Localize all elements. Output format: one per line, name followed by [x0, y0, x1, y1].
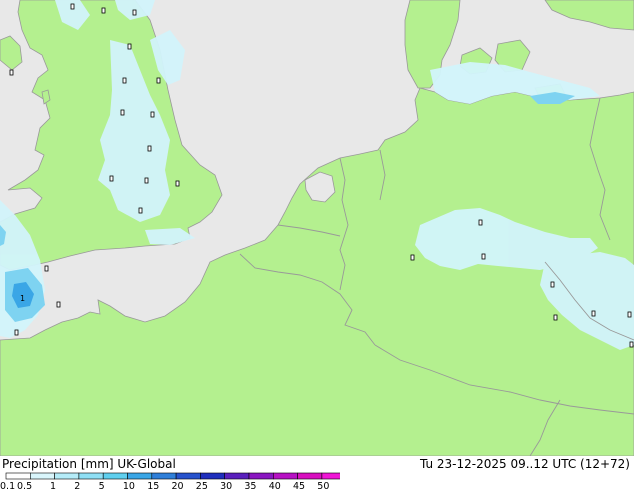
scale-label: 45: [293, 481, 305, 490]
scale-label: 0.5: [17, 481, 32, 490]
scale-box: [297, 472, 323, 480]
scale-box: [272, 472, 298, 480]
scale-box: [248, 472, 274, 480]
scale-label: 25: [196, 481, 208, 490]
precipitation-map: 1: [0, 0, 634, 456]
rain-value-label: 1: [20, 294, 25, 303]
scale-label: 0.1: [0, 481, 15, 490]
scale-label: 15: [147, 481, 159, 490]
scale-boxes: [5, 472, 340, 480]
scale-labels: 0.1 0.5 1 2 5 10 15 20 25 30 35 40 45 50: [0, 481, 329, 490]
scale-label: 5: [99, 481, 105, 490]
scale-box: [78, 472, 104, 480]
scale-box: [200, 472, 225, 480]
scale-label: 1: [50, 481, 56, 490]
scale-box: [5, 472, 31, 480]
map-title: Precipitation [mm] UK-Global: [2, 457, 176, 471]
precipitation-color-scale: 0.1 0.5 1 2 5 10 15 20 25 30 35 40 45 50: [0, 472, 340, 490]
scale-box: [224, 472, 250, 480]
scale-box: [321, 472, 340, 480]
scale-box: [175, 472, 201, 480]
valid-time: Tu 23-12-2025 09..12 UTC (12+72): [419, 457, 630, 471]
scale-box: [127, 472, 153, 480]
scale-box: [151, 472, 177, 480]
scale-box: [54, 472, 80, 480]
scale-label: 10: [123, 481, 135, 490]
scale-label: 35: [244, 481, 256, 490]
scale-box: [102, 472, 128, 480]
scale-label: 30: [220, 481, 232, 490]
scale-label: 50: [317, 481, 329, 490]
scale-label: 40: [269, 481, 281, 490]
scale-label: 20: [172, 481, 184, 490]
scale-box: [29, 472, 55, 480]
scale-label: 2: [74, 481, 80, 490]
